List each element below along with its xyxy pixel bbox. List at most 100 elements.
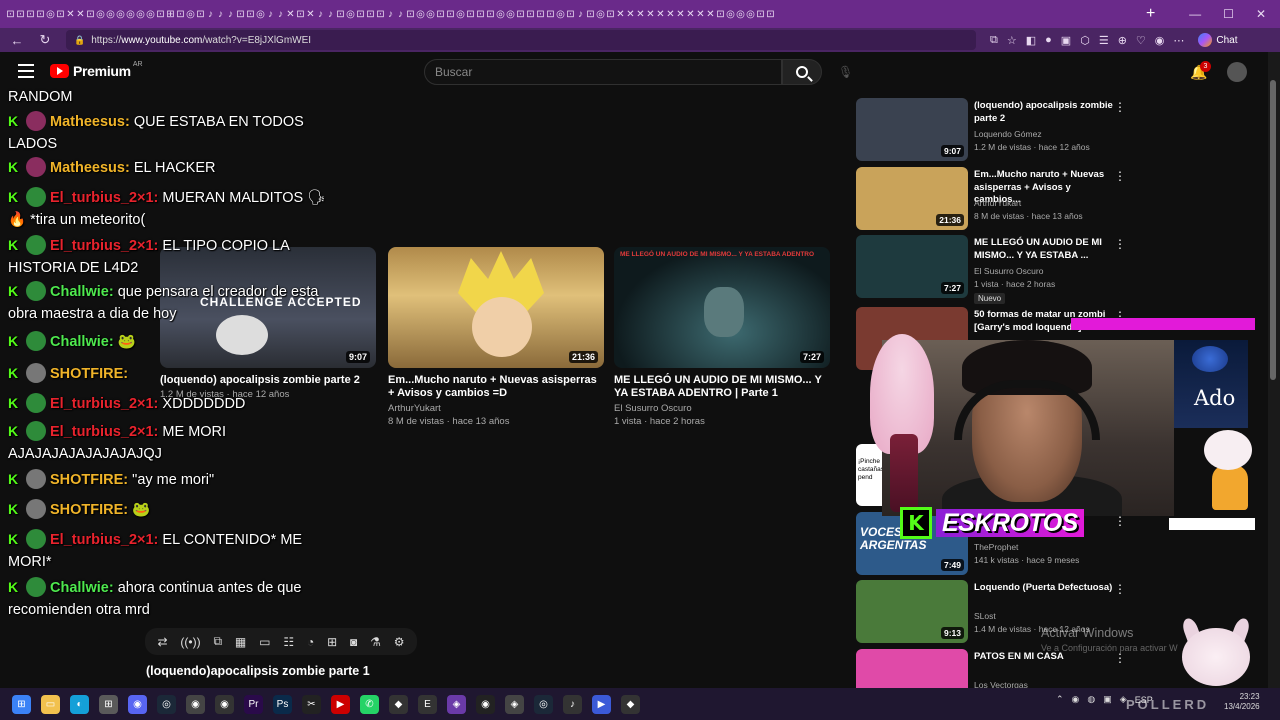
steam-icon[interactable]: ◎ (157, 694, 176, 714)
tab-favicon-icon[interactable]: ✕ (676, 9, 685, 20)
steam-icon[interactable]: ◎ (534, 694, 553, 714)
tab-favicon-icon[interactable]: ⊡ (476, 9, 485, 20)
back-icon[interactable]: ← (6, 33, 28, 48)
youtube-logo[interactable]: Premium AR (50, 61, 143, 79)
tab-favicon-icon[interactable]: ◎ (256, 9, 265, 20)
tab-favicon-icon[interactable]: ⊡ (296, 9, 305, 20)
channel-name[interactable]: ArthurYukart (388, 403, 604, 414)
heart-icon[interactable]: ♡ (1136, 34, 1146, 47)
mic-icon[interactable]: 🎙 (838, 65, 853, 81)
tab-favicon-icon[interactable]: ◎ (186, 9, 195, 20)
tab-favicon-icon[interactable]: ◎ (596, 9, 605, 20)
video-title[interactable]: ME LLEGÓ UN AUDIO DE MI MISMO... Y YA ES… (614, 374, 830, 400)
reload-icon[interactable]: ↻ (34, 32, 56, 48)
add-icon[interactable]: ⊞ (327, 635, 337, 649)
tab-favicon-icon[interactable]: ◎ (556, 9, 565, 20)
maximize-icon[interactable]: ☐ (1223, 7, 1234, 21)
premiere-icon[interactable]: Pr (244, 694, 263, 714)
tab-favicon-icon[interactable]: ◎ (116, 9, 125, 20)
avatar[interactable] (1227, 62, 1247, 82)
channel-name[interactable]: SLost (974, 611, 996, 621)
extension-icon[interactable]: ⬡ (1080, 34, 1090, 47)
obs-icon[interactable]: ◉ (215, 694, 234, 714)
speed-icon[interactable]: ◔ (307, 635, 314, 649)
tab-favicon-icon[interactable]: ⊡ (466, 9, 475, 20)
tab-favicon-icon[interactable]: ⊡ (56, 9, 65, 20)
tab-favicon-icon[interactable]: ◎ (736, 9, 745, 20)
tab-favicon-icon[interactable]: ✕ (666, 9, 675, 20)
tab-favicon-icon[interactable]: ◎ (346, 9, 355, 20)
chrome-icon[interactable]: ◉ (186, 694, 205, 714)
tab-favicon-icon[interactable]: ⊡ (336, 9, 345, 20)
captions-icon[interactable]: ☷ (283, 635, 294, 649)
tab-favicon-icon[interactable]: ♪ (396, 9, 405, 20)
search-button[interactable] (782, 59, 822, 85)
video-title[interactable]: Em...Mucho naruto + Nuevas asisperras + … (388, 374, 604, 400)
sidebar-title[interactable]: Loquendo (Puerta Defectuosa) (974, 582, 1114, 595)
tab-favicon-icon[interactable]: ⊡ (406, 9, 415, 20)
end-card[interactable]: ME LLEGÓ UN AUDIO DE MI MISMO... Y YA ES… (614, 247, 830, 427)
tab-favicon-icon[interactable]: ◎ (456, 9, 465, 20)
tab-favicon-icon[interactable]: ♪ (576, 9, 585, 20)
file-explorer-icon[interactable]: ▭ (41, 694, 60, 714)
sidebar-thumbnail[interactable]: 9:07 (856, 98, 968, 161)
miniplayer-icon[interactable]: ⧉ (213, 634, 222, 649)
tab-favicon-icon[interactable]: ♪ (326, 9, 335, 20)
sidebar-thumbnail[interactable]: 7:27 (856, 235, 968, 298)
app-icon[interactable]: ◆ (621, 694, 640, 714)
tab-icons[interactable]: ⊡ ⊡ ⊡ ⊡ ◎ ⊡ ✕ ✕ ⊡ ◎ ◎ ◎ ◎ ◎ ◎ ⊡ ⊞ ⊡ ◎ ⊡ ♪ ♪ ♪ ⊡ ⊡ ◎ ♪ ♪ ✕ ⊡ ✕ ♪ ♪ ⊡ ◎ ⊡ ⊡ ⊡ ♪ ♪… (6, 9, 1136, 20)
audio-icon[interactable]: ♪ (563, 694, 582, 714)
store-icon[interactable]: ⊞ (99, 694, 118, 714)
tab-favicon-icon[interactable]: ⊡ (536, 9, 545, 20)
sidebar-video[interactable]: 7:27 ME LLEGÓ UN AUDIO DE MI MISMO... Y Y… (856, 235, 1256, 304)
tab-favicon-icon[interactable]: ♪ (226, 9, 235, 20)
channel-name[interactable]: TheProphet (974, 542, 1018, 552)
epic-icon[interactable]: E (418, 694, 437, 714)
more-options-icon[interactable]: ⋮ (1114, 100, 1126, 114)
tab-favicon-icon[interactable]: ✕ (616, 9, 625, 20)
screenshot-icon[interactable]: ◙ (350, 635, 357, 649)
photoshop-icon[interactable]: Ps (273, 694, 292, 714)
collections-icon[interactable]: ⊕ (1118, 34, 1127, 47)
tab-favicon-icon[interactable]: ⊡ (246, 9, 255, 20)
tab-favicon-icon[interactable]: ⊡ (26, 9, 35, 20)
tab-favicon-icon[interactable]: ✕ (656, 9, 665, 20)
more-options-icon[interactable]: ⋮ (1114, 514, 1126, 528)
tab-favicon-icon[interactable]: ◎ (416, 9, 425, 20)
tab-favicon-icon[interactable]: ⊡ (756, 9, 765, 20)
tab-favicon-icon[interactable]: ⊡ (86, 9, 95, 20)
scrollbar-thumb[interactable] (1270, 80, 1276, 380)
favorites-icon[interactable]: ☰ (1099, 34, 1109, 47)
tab-favicon-icon[interactable]: ♪ (266, 9, 275, 20)
tray-app-icon[interactable]: ▣ (1103, 694, 1112, 705)
tab-favicon-icon[interactable]: ♪ (206, 9, 215, 20)
youtube-icon[interactable]: ▶ (331, 694, 350, 714)
tab-favicon-icon[interactable]: ⊡ (586, 9, 595, 20)
extension-icon[interactable]: ▣ (1061, 34, 1071, 47)
tab-favicon-icon[interactable]: ◎ (496, 9, 505, 20)
menu-icon[interactable] (18, 64, 34, 78)
tab-favicon-icon[interactable]: ♪ (276, 9, 285, 20)
tab-favicon-icon[interactable]: ✕ (626, 9, 635, 20)
tab-favicon-icon[interactable]: ◎ (746, 9, 755, 20)
tab-favicon-icon[interactable]: ✕ (76, 9, 85, 20)
tab-favicon-icon[interactable]: ⊡ (176, 9, 185, 20)
tab-favicon-icon[interactable]: ♪ (216, 9, 225, 20)
tab-favicon-icon[interactable]: ⊡ (516, 9, 525, 20)
tab-favicon-icon[interactable]: ◎ (136, 9, 145, 20)
discord-icon[interactable]: ◉ (128, 694, 147, 714)
tab-favicon-icon[interactable]: ✕ (696, 9, 705, 20)
edge-icon[interactable]: ◐ (70, 694, 89, 714)
url-field[interactable]: 🔒 https://www.youtube.com/watch?v=E8jJXl… (66, 30, 976, 50)
minimize-icon[interactable]: — (1189, 7, 1201, 21)
tray-app-icon[interactable]: ◍ (1087, 694, 1095, 705)
sidebar-thumbnail[interactable]: 21:36 (856, 167, 968, 230)
sidebar-title[interactable]: ME LLEGÓ UN AUDIO DE MI MISMO... Y YA ES… (974, 237, 1114, 262)
profile-avatar[interactable]: ◉ (1155, 34, 1165, 47)
search-input[interactable]: Buscar (424, 59, 782, 85)
channel-name[interactable]: Loquendo Gómez (974, 129, 1042, 139)
tab-favicon-icon[interactable]: ⊡ (716, 9, 725, 20)
tab-favicon-icon[interactable]: ♪ (386, 9, 395, 20)
end-card-thumbnail[interactable]: ME LLEGÓ UN AUDIO DE MI MISMO... Y YA ES… (614, 247, 830, 368)
tab-favicon-icon[interactable]: ⊡ (156, 9, 165, 20)
